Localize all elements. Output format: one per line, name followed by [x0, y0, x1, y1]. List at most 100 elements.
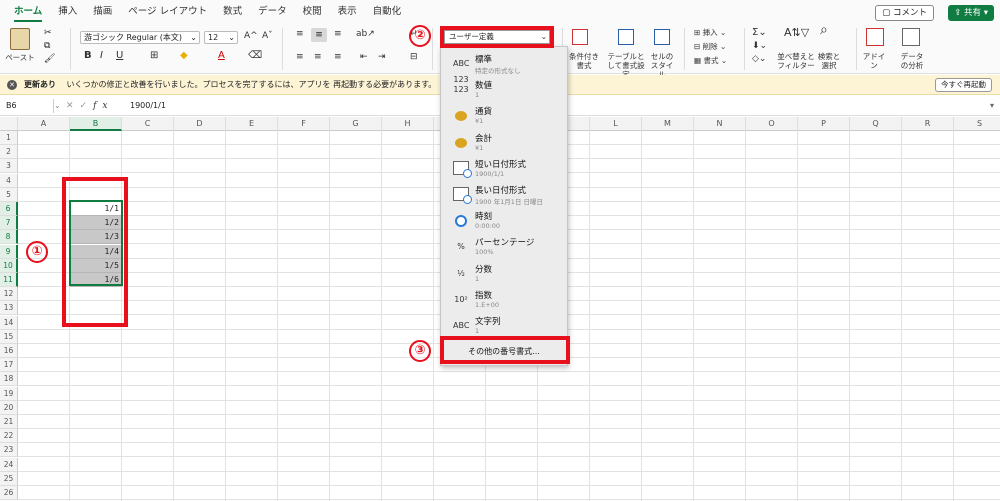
shrink-font-icon[interactable]: Aˇ	[262, 32, 273, 41]
column-header-m[interactable]: M	[642, 117, 694, 131]
clear-format-icon[interactable]: ⌫	[248, 51, 262, 61]
row-header-11[interactable]: 11	[0, 273, 18, 287]
sort-filter-label[interactable]: 並べ替えとフィルター	[776, 52, 816, 70]
chevron-down-icon[interactable]: ⌄	[54, 96, 61, 116]
tab-view[interactable]: 表示	[338, 0, 357, 24]
column-header-e[interactable]: E	[226, 117, 278, 131]
name-box[interactable]: B6	[4, 99, 54, 113]
align-center-icon[interactable]: ≡	[314, 53, 322, 62]
clear-icon[interactable]: ◇⌄	[752, 55, 766, 64]
font-size-select[interactable]: 12 ⌄	[204, 31, 238, 44]
analyze-data-icon[interactable]	[902, 28, 920, 46]
italic-icon[interactable]: I	[100, 51, 103, 61]
row-header-14[interactable]: 14	[0, 315, 18, 330]
row-header-21[interactable]: 21	[0, 415, 18, 429]
row-header-15[interactable]: 15	[0, 329, 18, 344]
paste-button-label[interactable]: ペースト	[4, 53, 36, 62]
bold-icon[interactable]: B	[84, 51, 92, 61]
row-header-19[interactable]: 19	[0, 386, 18, 401]
align-bottom-icon[interactable]: ≡	[334, 30, 342, 39]
fill-icon[interactable]: ⬇⌄	[752, 42, 767, 51]
tab-data[interactable]: データ	[258, 0, 287, 24]
addins-icon[interactable]	[866, 28, 884, 46]
format-option[interactable]: % パーセンテージ 100%	[441, 234, 567, 260]
row-header-2[interactable]: 2	[0, 145, 18, 160]
column-header-b[interactable]: B	[70, 117, 122, 131]
format-option[interactable]: 10² 指数 1.E+00	[441, 287, 567, 313]
restart-now-button[interactable]: 今すぐ再起動	[935, 78, 992, 92]
format-cells-button[interactable]: ▦ 書式 ⌄	[694, 56, 727, 65]
paste-icon[interactable]	[10, 28, 30, 50]
tab-review[interactable]: 校閲	[303, 0, 322, 24]
format-option[interactable]: 時刻 0:00:00	[441, 208, 567, 234]
row-header-5[interactable]: 5	[0, 187, 18, 202]
indent-increase-icon[interactable]: ⇥	[378, 53, 386, 62]
column-header-l[interactable]: L	[590, 117, 642, 131]
row-header-26[interactable]: 26	[0, 486, 18, 500]
find-select-icon[interactable]: ⌕	[820, 23, 828, 37]
enter-icon[interactable]: ✓	[80, 101, 94, 111]
addins-label[interactable]: アドイン	[862, 52, 886, 70]
column-header-d[interactable]: D	[174, 117, 226, 131]
column-header-g[interactable]: G	[330, 117, 382, 131]
font-color-icon[interactable]: A	[218, 51, 225, 61]
formula-input[interactable]: 1900/1/1	[130, 96, 166, 116]
column-header-f[interactable]: F	[278, 117, 330, 131]
format-as-table-icon[interactable]	[618, 29, 634, 45]
row-header-9[interactable]: 9	[0, 244, 18, 259]
merge-cells-icon[interactable]: ⊟	[410, 53, 418, 62]
cancel-icon[interactable]: ✕	[66, 101, 80, 111]
format-option[interactable]: 会計 ¥1	[441, 130, 567, 156]
close-infobar-icon[interactable]: ✕	[7, 80, 17, 90]
insert-cells-button[interactable]: ⊞ 挿入 ⌄	[694, 28, 726, 37]
align-middle-icon[interactable]: ≡	[311, 28, 327, 42]
column-header-p[interactable]: P	[798, 117, 850, 131]
delete-cells-button[interactable]: ⊟ 削除 ⌄	[694, 42, 726, 51]
tab-draw[interactable]: 描画	[93, 0, 112, 24]
row-header-10[interactable]: 10	[0, 258, 18, 273]
font-name-select[interactable]: 游ゴシック Regular (本文) ⌄	[80, 31, 200, 44]
conditional-format-icon[interactable]	[572, 29, 588, 45]
column-header-r[interactable]: R	[902, 117, 954, 131]
tab-insert[interactable]: 挿入	[58, 0, 77, 24]
tab-home[interactable]: ホーム	[14, 0, 43, 24]
border-icon[interactable]: ⊞	[150, 51, 158, 61]
row-header-3[interactable]: 3	[0, 159, 18, 174]
row-header-1[interactable]: 1	[0, 131, 18, 145]
align-top-icon[interactable]: ≡	[296, 30, 304, 39]
row-header-25[interactable]: 25	[0, 471, 18, 486]
format-option[interactable]: 短い日付形式 1900/1/1	[441, 156, 567, 182]
align-right-icon[interactable]: ≡	[334, 53, 342, 62]
column-header-c[interactable]: C	[122, 117, 174, 131]
row-header-12[interactable]: 12	[0, 287, 18, 302]
conditional-format-label[interactable]: 条件付き書式	[568, 52, 600, 70]
column-header-n[interactable]: N	[694, 117, 746, 131]
find-select-label[interactable]: 検索と選択	[816, 52, 842, 70]
analyze-data-label[interactable]: データの分析	[898, 52, 926, 70]
tab-automate[interactable]: 自動化	[373, 0, 402, 24]
format-option[interactable]: ½ 分数 1	[441, 261, 567, 287]
share-button[interactable]: ⇪ 共有 ▾	[948, 5, 994, 21]
row-header-8[interactable]: 8	[0, 230, 18, 245]
row-header-7[interactable]: 7	[0, 216, 18, 231]
fill-color-icon[interactable]: ◆	[180, 51, 188, 61]
row-header-18[interactable]: 18	[0, 372, 18, 387]
format-painter-icon[interactable]: 🖌	[44, 54, 55, 64]
autosum-icon[interactable]: Σ⌄	[752, 28, 767, 38]
copy-icon[interactable]: ⧉	[44, 41, 50, 51]
format-option[interactable]: 長い日付形式 1900 年1月1日 日曜日	[441, 182, 567, 208]
row-header-6[interactable]: 6	[0, 202, 18, 216]
row-header-23[interactable]: 23	[0, 443, 18, 458]
indent-decrease-icon[interactable]: ⇤	[360, 53, 368, 62]
comment-button[interactable]: ▢ コメント	[875, 5, 934, 21]
function-icon[interactable]: fx	[93, 101, 113, 111]
row-header-17[interactable]: 17	[0, 358, 18, 373]
format-option[interactable]: 通貨 ¥1	[441, 103, 567, 129]
row-header-24[interactable]: 24	[0, 457, 18, 472]
format-option[interactable]: ABC 123 標準 特定の形式なし	[441, 51, 567, 84]
format-option[interactable]: 123 数値 1	[441, 77, 567, 103]
row-header-16[interactable]: 16	[0, 344, 18, 358]
grow-font-icon[interactable]: A^	[244, 32, 258, 41]
tab-page-layout[interactable]: ページ レイアウト	[128, 0, 207, 24]
row-header-22[interactable]: 22	[0, 429, 18, 444]
